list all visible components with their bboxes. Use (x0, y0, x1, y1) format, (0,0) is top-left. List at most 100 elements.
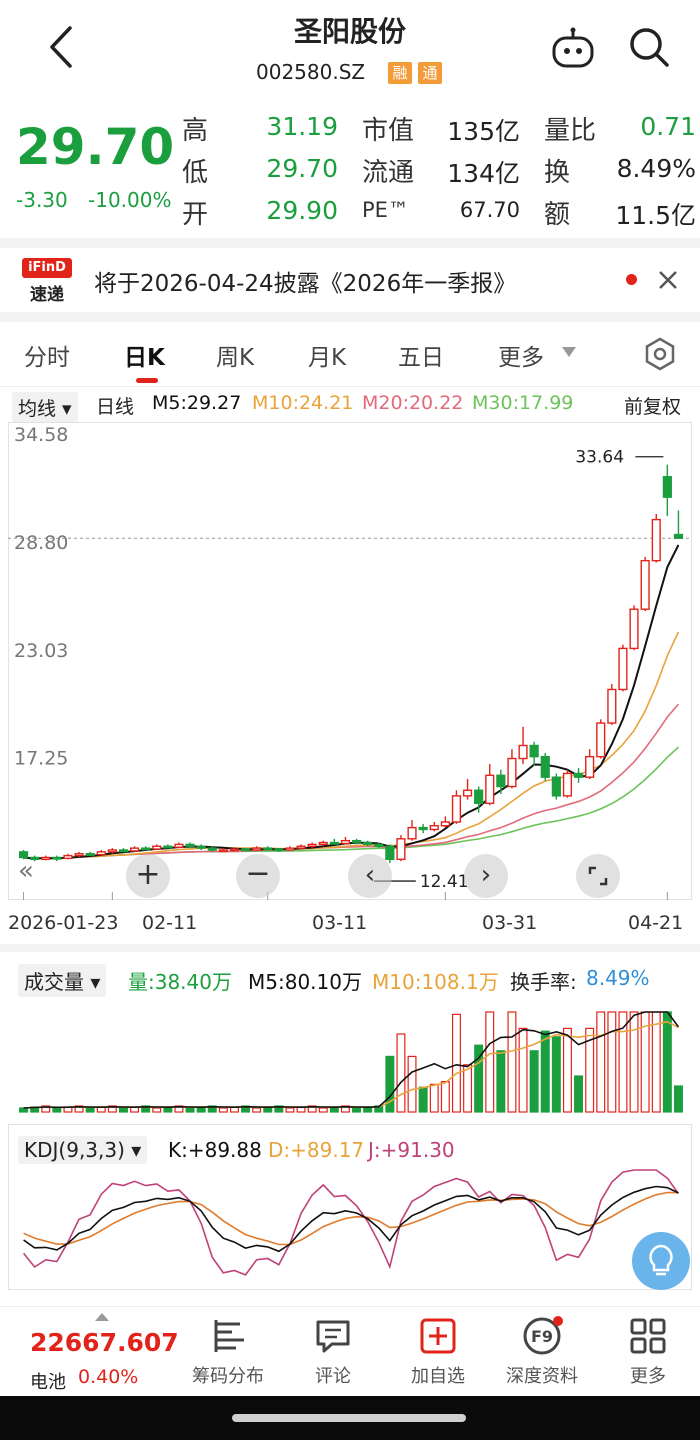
search-icon[interactable] (624, 22, 674, 72)
candle-body (240, 848, 251, 852)
tab-intraday[interactable]: 分时 (24, 338, 70, 372)
candle-body (163, 845, 173, 849)
candle (118, 848, 129, 853)
candle (229, 848, 240, 852)
volume-bar (352, 1107, 362, 1113)
candle-body (207, 847, 217, 851)
robot-assistant-icon[interactable] (548, 24, 598, 74)
candle (573, 767, 584, 783)
volume-bar (596, 1011, 606, 1113)
f9-research-label[interactable]: 深度资料 (492, 1362, 592, 1388)
volume-bar (318, 1107, 328, 1113)
fullscreen-icon (588, 866, 608, 886)
lightbulb-icon (649, 1244, 673, 1276)
volume-bar (651, 1011, 661, 1113)
price-change-pct: -10.00% (88, 188, 172, 212)
candle-body (651, 518, 661, 562)
caret-down-icon[interactable] (560, 344, 578, 360)
tab-five-day[interactable]: 五日 (398, 338, 444, 372)
candle-body (562, 772, 573, 797)
candle (485, 764, 495, 806)
volume-chart[interactable] (8, 994, 692, 1114)
pan-right-button[interactable]: › (464, 854, 508, 898)
ma20-line (23, 703, 680, 860)
add-watchlist-icon[interactable] (418, 1316, 458, 1356)
candle (429, 822, 439, 832)
x-tick: 03-11 (312, 912, 368, 934)
candle (651, 514, 661, 563)
more-label[interactable]: 更多 (598, 1362, 698, 1388)
tab-weekly-k[interactable]: 周K (216, 338, 254, 372)
tab-monthly-k[interactable]: 月K (308, 338, 346, 372)
market-cap-label: 市值 (362, 116, 415, 146)
comment-label[interactable]: 评论 (283, 1362, 383, 1388)
volume-bar (607, 1011, 617, 1113)
volume-bar (574, 1075, 584, 1113)
candle-body (174, 843, 184, 848)
pan-left-button[interactable]: ‹ (348, 854, 392, 898)
zoom-out-button[interactable]: − (236, 854, 280, 898)
candle (163, 844, 173, 849)
candle-body (507, 757, 517, 788)
volume-selector[interactable]: 成交量 ▾ (18, 964, 107, 997)
pe-value: 67.70 (459, 198, 520, 222)
volume-value: 量:38.40万 (128, 970, 232, 994)
candle-body (329, 841, 339, 845)
close-icon[interactable] (656, 268, 680, 292)
volume-bar (218, 1107, 228, 1113)
f9-research-icon[interactable]: F9 (522, 1316, 564, 1356)
ma10-line (23, 631, 680, 860)
adjust-mode[interactable]: 前复权 (624, 392, 681, 419)
candle-body (296, 845, 306, 849)
chart-settings-icon[interactable] (642, 336, 678, 372)
volume-ratio-value: 0.71 (640, 112, 696, 141)
candle (340, 836, 351, 845)
home-indicator[interactable] (232, 1414, 466, 1422)
candle-body (85, 853, 95, 856)
candle (63, 853, 73, 860)
candle-body (318, 841, 328, 846)
chip-distribution-icon[interactable] (210, 1316, 250, 1356)
candle (407, 820, 417, 841)
candle (540, 752, 550, 781)
divider (0, 386, 700, 387)
volume-bar (551, 1036, 561, 1113)
x-tick: 2026-01-23 (8, 912, 119, 934)
amount-value: 11.5亿 (615, 201, 696, 230)
volume-bar (418, 1086, 428, 1113)
candle (252, 846, 262, 851)
tips-button[interactable] (632, 1232, 690, 1290)
tab-daily-k[interactable]: 日K (124, 338, 165, 372)
candle-body (451, 795, 462, 823)
candle (451, 790, 462, 824)
ma-selector[interactable]: 均线 ▾ (12, 392, 78, 423)
volume-bar (518, 1027, 528, 1113)
add-watchlist-label[interactable]: 加自选 (388, 1362, 488, 1388)
candle (296, 844, 306, 850)
volume-bar (540, 1030, 550, 1113)
kline-chart[interactable]: 34.58 28.80 23.03 17.25 33.64 12.41 (8, 422, 692, 900)
candle-body (629, 608, 639, 650)
volume-bar (152, 1107, 162, 1113)
zoom-in-button[interactable]: + (126, 854, 170, 898)
scroll-left-icon[interactable]: « (18, 856, 48, 898)
high-value: 31.19 (266, 112, 338, 141)
volume-ma10: M10:108.1万 (372, 970, 499, 994)
market-cap-value: 135亿 (447, 117, 520, 146)
min-price-label: 12.41 (420, 872, 469, 892)
divider (0, 312, 700, 322)
float-cap-label: 流通 (362, 158, 415, 188)
comment-icon[interactable] (313, 1316, 353, 1356)
stock-detail-screen: 圣阳股份 002580.SZ 融 通 29.70 -3.30 -10.00% 高… (0, 0, 700, 1440)
volume-bar (185, 1107, 195, 1113)
kdj-chart[interactable] (8, 1162, 692, 1286)
low-value: 29.70 (266, 154, 338, 183)
kdj-selector[interactable]: KDJ(9,3,3) ▾ (18, 1136, 148, 1164)
chip-distribution-label[interactable]: 筹码分布 (178, 1362, 278, 1388)
candle-body (74, 853, 84, 857)
ma30-line (23, 746, 679, 860)
more-grid-icon[interactable] (628, 1316, 668, 1356)
tab-more[interactable]: 更多 (498, 338, 544, 372)
fullscreen-button[interactable] (576, 854, 620, 898)
index-value[interactable]: 22667.607 (30, 1328, 179, 1357)
